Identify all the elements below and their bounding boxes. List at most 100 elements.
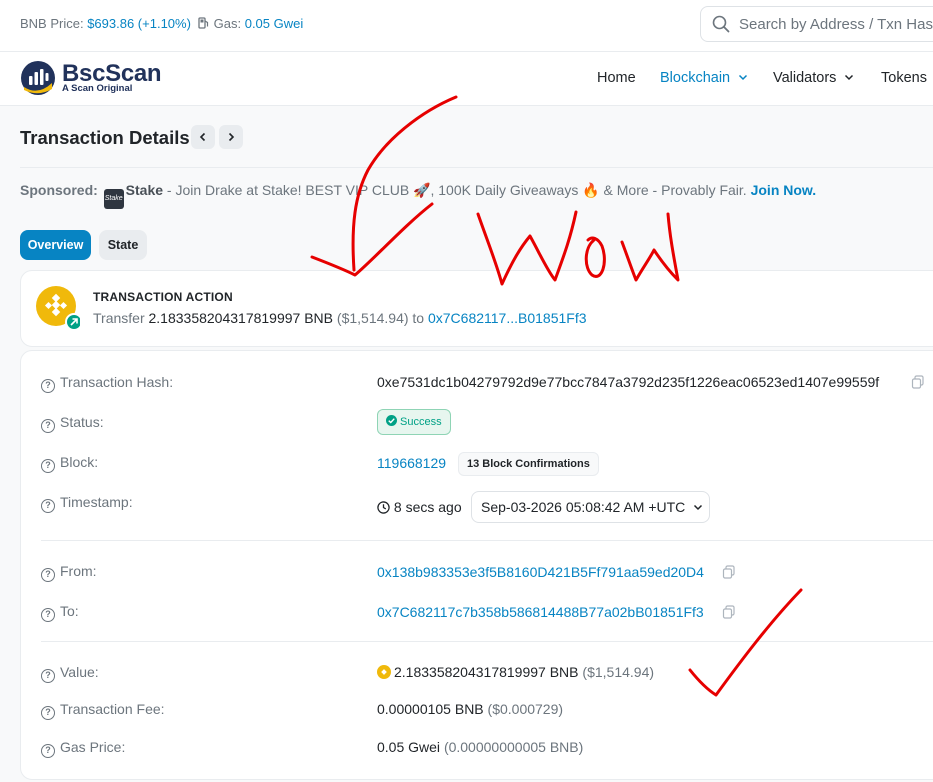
question-circle-icon[interactable]: ? bbox=[41, 379, 55, 393]
gas-price-label: Gas Price: bbox=[60, 739, 126, 755]
fee-value: 0.00000105 BNB ($0.000729) bbox=[377, 701, 563, 717]
sponsored-text: - Join Drake at Stake! BEST VIP CLUB 🚀, … bbox=[163, 182, 751, 198]
search-input[interactable]: Search by Address / Txn Hash bbox=[700, 6, 933, 42]
hash-row-label: ? Transaction Hash: bbox=[41, 374, 173, 393]
block-label: Block: bbox=[60, 454, 99, 470]
status-row-label: ? Status: bbox=[41, 414, 104, 433]
question-circle-icon[interactable]: ? bbox=[41, 706, 55, 720]
status-label: Status: bbox=[60, 414, 104, 430]
chevron-left-icon bbox=[199, 132, 206, 142]
bnb-price-stat: BNB Price: $693.86 (+1.10%) bbox=[20, 16, 191, 31]
gas-link[interactable]: 0.05 Gwei bbox=[245, 16, 304, 31]
question-circle-icon[interactable]: ? bbox=[41, 419, 55, 433]
hash-value: 0xe7531dc1b04279792d9e77bcc7847a3792d235… bbox=[377, 374, 880, 390]
value-amount: 2.183358204317819997 BNB ($1,514.94) bbox=[377, 664, 654, 680]
from-row-label: ? From: bbox=[41, 563, 97, 582]
timestamp-label: Timestamp: bbox=[60, 494, 133, 510]
search-icon bbox=[712, 15, 730, 33]
to-row-label: ? To: bbox=[41, 603, 79, 622]
hash-label: Transaction Hash: bbox=[60, 374, 174, 390]
gas-price-value: 0.05 Gwei (0.00000000005 BNB) bbox=[377, 739, 583, 755]
from-address-link[interactable]: 0x138b983353e3f5B8160D421B5Ff791aa59ed20… bbox=[377, 564, 704, 580]
gas-stat: Gas: 0.05 Gwei bbox=[198, 16, 303, 31]
timestamp-ago-text: 8 secs ago bbox=[393, 499, 462, 515]
section-divider bbox=[41, 540, 933, 541]
next-tx-button[interactable] bbox=[219, 125, 243, 149]
block-row-label: ? Block: bbox=[41, 454, 98, 473]
nav-blockchain-label: Blockchain bbox=[660, 70, 731, 86]
status-badge: Success bbox=[377, 409, 451, 435]
stake-logo-icon[interactable]: Stake bbox=[103, 189, 124, 209]
question-circle-icon[interactable]: ? bbox=[41, 499, 55, 513]
tab-overview[interactable]: Overview bbox=[20, 230, 91, 260]
brand-tagline: A Scan Original bbox=[62, 83, 133, 94]
check-circle-icon bbox=[386, 415, 397, 426]
value-amount-text: 2.183358204317819997 BNB bbox=[394, 664, 579, 680]
copy-icon[interactable] bbox=[722, 565, 736, 579]
transaction-action-title: TRANSACTION ACTION bbox=[93, 290, 233, 304]
question-circle-icon[interactable]: ? bbox=[41, 744, 55, 758]
fee-label: Transaction Fee: bbox=[60, 701, 165, 717]
bnb-coin-icon bbox=[377, 665, 391, 679]
block-confirmations-badge: 13 Block Confirmations bbox=[458, 452, 599, 476]
main-navbar: BscScan A Scan Original Home Blockchain … bbox=[0, 52, 933, 106]
chevron-right-icon bbox=[228, 132, 235, 142]
value-label: Value: bbox=[60, 664, 99, 680]
gas-price-row-label: ? Gas Price: bbox=[41, 739, 125, 758]
nav-validators-label: Validators bbox=[773, 70, 837, 86]
tab-state[interactable]: State bbox=[99, 230, 147, 260]
search-placeholder: Search by Address / Txn Hash bbox=[739, 16, 933, 33]
nav-blockchain[interactable]: Blockchain bbox=[660, 70, 748, 86]
transaction-action-card bbox=[20, 270, 933, 347]
join-now-link[interactable]: Join Now. bbox=[751, 182, 817, 198]
copy-icon[interactable] bbox=[911, 375, 925, 389]
prev-tx-button[interactable] bbox=[191, 125, 215, 149]
question-circle-icon[interactable]: ? bbox=[41, 568, 55, 582]
gas-price-bnb: (0.00000000005 BNB) bbox=[443, 739, 584, 755]
to-label: To: bbox=[60, 603, 79, 619]
chevron-down-icon bbox=[739, 74, 748, 81]
bnb-price-label: BNB Price: bbox=[20, 16, 84, 31]
from-label: From: bbox=[60, 563, 97, 579]
action-to-word: to bbox=[412, 310, 425, 326]
chevron-down-icon bbox=[694, 504, 703, 511]
fee-usd: ($0.000729) bbox=[487, 701, 564, 717]
nav-tokens[interactable]: Tokens bbox=[881, 70, 927, 86]
action-usd: ($1,514.94) bbox=[336, 310, 409, 326]
sponsor-name[interactable]: Stake bbox=[126, 182, 163, 198]
block-number-link[interactable]: 119668129 bbox=[377, 455, 446, 471]
bnb-token-icon bbox=[36, 286, 80, 330]
timestamp-row-label: ? Timestamp: bbox=[41, 494, 133, 513]
nav-home[interactable]: Home bbox=[597, 70, 636, 86]
chevron-down-icon bbox=[845, 74, 854, 81]
gas-pump-icon bbox=[198, 17, 209, 29]
bscscan-logo-icon[interactable] bbox=[20, 60, 56, 96]
bnb-price-link[interactable]: $693.86 (+1.10%) bbox=[87, 16, 191, 31]
section-divider bbox=[41, 641, 933, 642]
clock-icon bbox=[377, 501, 390, 514]
question-circle-icon[interactable]: ? bbox=[41, 608, 55, 622]
action-verb: Transfer bbox=[93, 310, 145, 326]
gas-label: Gas: bbox=[213, 16, 242, 31]
gas-price-gwei: 0.05 Gwei bbox=[377, 739, 441, 755]
sponsored-label: Sponsored: bbox=[20, 182, 98, 198]
action-amount: 2.183358204317819997 BNB bbox=[148, 310, 334, 326]
value-usd: ($1,514.94) bbox=[582, 664, 655, 680]
question-circle-icon[interactable]: ? bbox=[41, 669, 55, 683]
timestamp-format-select[interactable]: Sep-03-2026 05:08:42 AM +UTC bbox=[471, 491, 710, 523]
nav-validators[interactable]: Validators bbox=[773, 70, 854, 86]
copy-icon[interactable] bbox=[722, 605, 736, 619]
sponsored-banner: Sponsored: StakeStake - Join Drake at St… bbox=[20, 182, 816, 209]
fee-row-label: ? Transaction Fee: bbox=[41, 701, 165, 720]
fee-amount: 0.00000105 BNB bbox=[377, 701, 484, 717]
to-address-link[interactable]: 0x7C682117c7b358b586814488B77a02bB01851F… bbox=[377, 604, 704, 620]
value-row-label: ? Value: bbox=[41, 664, 99, 683]
action-to-address-link[interactable]: 0x7C682117...B01851Ff3 bbox=[428, 310, 587, 326]
status-value: Success bbox=[400, 416, 442, 428]
timestamp-value: Sep-03-2026 05:08:42 AM +UTC bbox=[481, 499, 686, 515]
transaction-action-summary: Transfer 2.183358204317819997 BNB ($1,51… bbox=[93, 310, 587, 326]
top-stats-bar: BNB Price: $693.86 (+1.10%) Gas: 0.05 Gw… bbox=[0, 0, 933, 52]
question-circle-icon[interactable]: ? bbox=[41, 459, 55, 473]
page-title: Transaction Details bbox=[20, 127, 190, 148]
timestamp-ago: 8 secs ago bbox=[377, 499, 462, 515]
